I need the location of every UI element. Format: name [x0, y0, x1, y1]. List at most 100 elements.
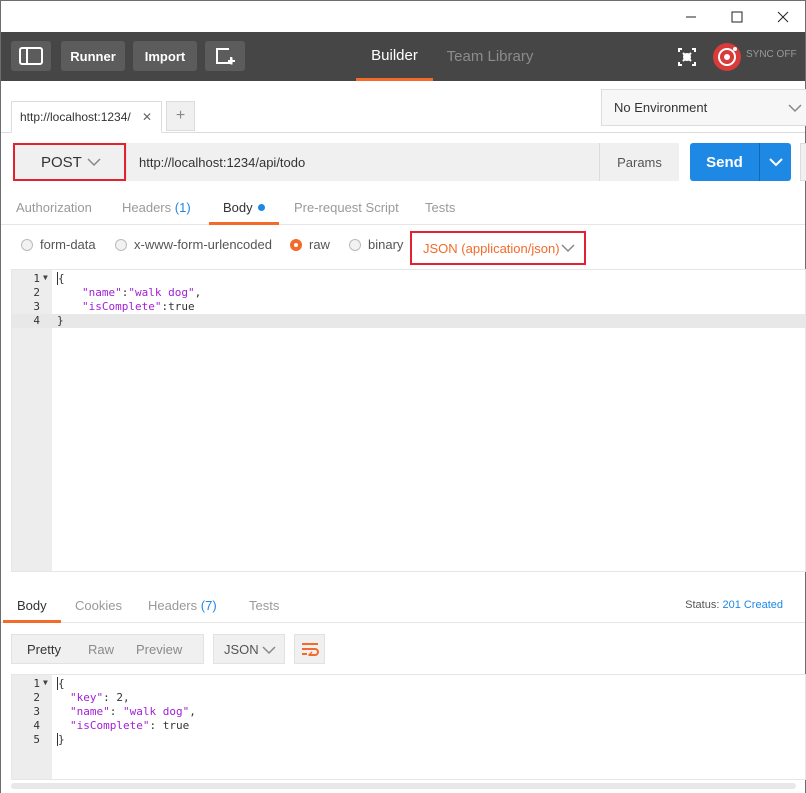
request-body-editor[interactable]: 1 ▼ { 2 "name":"walk dog", 3 "isComplete… — [11, 269, 806, 572]
send-options-button[interactable] — [759, 143, 791, 181]
editor-line: 1 ▼ { — [12, 272, 805, 286]
code-text: "name":"walk dog", — [82, 286, 201, 299]
view-raw-button[interactable]: Raw — [76, 642, 126, 657]
line-number: 3 — [33, 300, 40, 313]
url-bar: POST http://localhost:1234/api/todo Para… — [1, 133, 806, 189]
new-window-button[interactable] — [205, 41, 245, 71]
wrap-lines-button[interactable] — [294, 634, 325, 664]
status-label: Status: — [685, 599, 720, 611]
editor-line-active: 4 } — [12, 314, 805, 328]
editor-line: 1 ▼ { — [12, 677, 805, 691]
view-preview-button[interactable]: Preview — [126, 642, 192, 657]
response-headers-count: (7) — [200, 597, 217, 613]
radio-raw[interactable]: raw — [290, 237, 330, 252]
tab-response-cookies[interactable]: Cookies — [75, 587, 122, 623]
sync-status-button[interactable] — [711, 41, 743, 73]
json-separator: : — [109, 705, 123, 718]
add-tab-button[interactable]: + — [166, 101, 195, 131]
sync-status-label: SYNC OFF — [746, 49, 797, 60]
horizontal-scrollbar[interactable] — [11, 783, 796, 789]
params-button[interactable]: Params — [599, 143, 679, 181]
tab-headers[interactable]: Headers (1) — [122, 189, 191, 225]
runner-button[interactable]: Runner — [61, 41, 125, 71]
json-key: "isComplete" — [70, 719, 150, 732]
minimize-icon — [686, 16, 696, 17]
tab-response-headers[interactable]: Headers (7) — [148, 587, 217, 623]
json-comma: , — [123, 691, 130, 704]
minimize-button[interactable] — [668, 1, 714, 32]
code-text: "isComplete": true — [70, 719, 189, 732]
line-number: 2 — [33, 286, 40, 299]
line-number: 1 — [33, 272, 40, 285]
maximize-icon — [731, 11, 743, 22]
format-label: JSON — [224, 641, 259, 657]
tab-body[interactable]: Body — [209, 189, 279, 225]
tab-response-tests[interactable]: Tests — [249, 587, 279, 623]
url-input[interactable]: http://localhost:1234/api/todo — [126, 143, 599, 181]
json-value: true — [168, 300, 195, 313]
import-button[interactable]: Import — [133, 41, 197, 71]
status-value: 201 Created — [722, 599, 783, 611]
json-value: "walk dog" — [128, 286, 195, 299]
response-section-tabs: Body Cookies Headers (7) Tests Status: 2… — [1, 587, 805, 623]
method-label: POST — [41, 153, 82, 171]
sidebar-toggle-icon — [19, 47, 43, 65]
tab-headers-label: Headers — [122, 199, 172, 215]
radio-form-data[interactable]: form-data — [21, 237, 96, 252]
fold-arrow-icon[interactable]: ▼ — [43, 678, 48, 687]
tab-response-body[interactable]: Body — [3, 587, 61, 623]
content-type-label: JSON (application/json) — [423, 240, 560, 256]
chevron-down-icon — [87, 158, 101, 167]
json-key: "key" — [70, 691, 104, 704]
json-separator: : — [149, 719, 163, 732]
response-format-select[interactable]: JSON — [213, 634, 285, 664]
radio-urlencoded[interactable]: x-www-form-urlencoded — [115, 237, 272, 252]
close-window-button[interactable] — [760, 1, 806, 32]
interceptor-icon — [678, 48, 696, 66]
radio-dot — [349, 238, 361, 251]
radio-dot — [115, 238, 127, 251]
radio-binary[interactable]: binary — [349, 237, 403, 252]
chevron-down-icon — [768, 158, 783, 167]
radio-dot-selected — [290, 238, 302, 251]
request-tabs-bar: http://localhost:1234/ ✕ + No Environmen… — [1, 81, 806, 133]
tab-builder[interactable]: Builder — [356, 32, 433, 81]
environment-label: No Environment — [614, 100, 708, 115]
json-value: 2 — [116, 691, 123, 704]
close-icon — [777, 11, 789, 22]
json-key: "name" — [82, 286, 122, 299]
tab-team-library[interactable]: Team Library — [441, 32, 539, 81]
json-separator: : — [103, 691, 117, 704]
radio-label: raw — [309, 237, 330, 252]
tab-response-headers-label: Headers — [148, 597, 198, 613]
plus-icon: + — [175, 107, 186, 124]
chevron-down-icon — [561, 244, 575, 253]
editor-line: 3 "name": "walk dog", — [12, 705, 805, 719]
method-select[interactable]: POST — [13, 143, 126, 181]
tab-authorization[interactable]: Authorization — [16, 189, 92, 225]
response-body-viewer: 1 ▼ { 2 "key": 2, 3 "name": "walk dog", … — [11, 674, 806, 780]
request-tab[interactable]: http://localhost:1234/ ✕ — [11, 101, 162, 133]
tab-tests[interactable]: Tests — [425, 189, 455, 225]
new-window-icon — [216, 48, 235, 65]
wrap-lines-icon — [301, 643, 319, 656]
environment-select[interactable]: No Environment — [601, 89, 806, 126]
maximize-button[interactable] — [714, 1, 760, 32]
body-type-selector: form-data x-www-form-urlencoded raw bina… — [1, 225, 805, 269]
close-tab-icon[interactable]: ✕ — [142, 110, 152, 124]
json-value: "walk dog" — [123, 705, 190, 718]
sidebar-toggle-button[interactable] — [11, 41, 51, 71]
code-text: { — [57, 677, 65, 690]
editor-line: 2 "name":"walk dog", — [12, 286, 805, 300]
interceptor-button[interactable] — [674, 44, 700, 70]
send-button[interactable]: Send — [690, 143, 759, 181]
json-key: "name" — [70, 705, 110, 718]
content-type-select[interactable]: JSON (application/json) — [410, 231, 586, 265]
save-button[interactable] — [800, 143, 806, 181]
tab-prerequest-script[interactable]: Pre-request Script — [294, 189, 399, 225]
response-status: Status: 201 Created — [685, 587, 783, 623]
view-pretty-button[interactable]: Pretty — [12, 642, 76, 657]
fold-arrow-icon[interactable]: ▼ — [43, 273, 48, 282]
json-comma: , — [189, 705, 196, 718]
chevron-down-icon — [262, 646, 276, 655]
